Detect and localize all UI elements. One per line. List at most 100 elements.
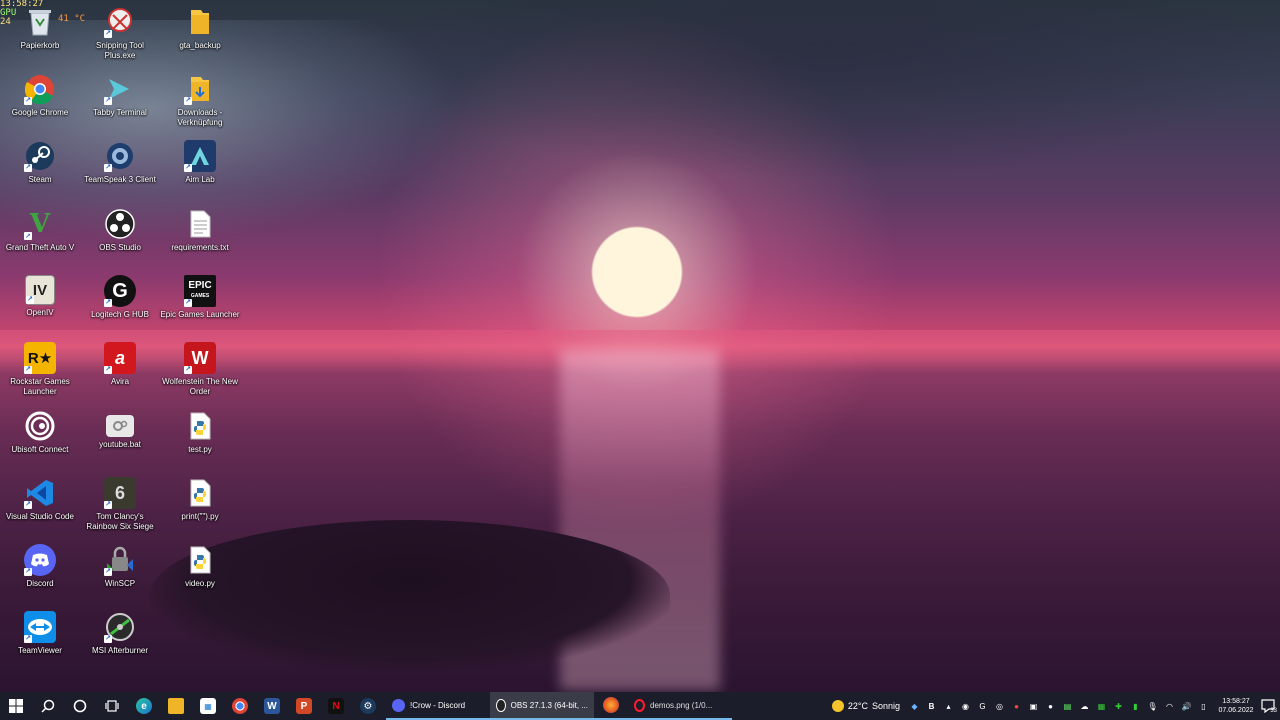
icon-label: TeamViewer — [18, 646, 62, 655]
icon-label: print("").py — [181, 512, 219, 521]
taskbar-app-discord[interactable]: !Crow - Discord — [386, 692, 490, 720]
desktop-icon-test-py[interactable]: test.py — [160, 410, 240, 455]
taskbar-edge[interactable]: e — [128, 692, 160, 720]
wolfenstein-icon: W ↗ — [184, 342, 216, 374]
taskbar-steam[interactable]: ⚙ — [352, 692, 384, 720]
desktop-icon-obs[interactable]: OBS Studio — [80, 208, 160, 253]
aim-lab-icon: ↗ — [184, 140, 216, 172]
tray-icon-14[interactable]: ▮ — [1129, 700, 1142, 713]
folder-icon — [184, 6, 216, 38]
desktop-icon-downloads[interactable]: ↗ Downloads - Verknüpfung — [160, 73, 240, 128]
shortcut-arrow-icon: ↗ — [26, 296, 34, 304]
search-button[interactable] — [32, 692, 64, 720]
shortcut-arrow-icon: ↗ — [24, 501, 32, 509]
taskbar-powerpoint[interactable]: P — [288, 692, 320, 720]
shortcut-arrow-icon: ↗ — [104, 97, 112, 105]
icon-label: Wolfenstein The New Order — [162, 377, 238, 396]
volume-icon[interactable]: 🔊 — [1180, 700, 1193, 713]
tray-icon-7[interactable]: ● — [1010, 700, 1023, 713]
desktop-icon-video-py[interactable]: video.py — [160, 544, 240, 589]
desktop-icon-ubisoft[interactable]: Ubisoft Connect — [0, 410, 80, 455]
avira-icon: a ↗ — [104, 342, 136, 374]
tray-icon-5[interactable]: G — [976, 700, 989, 713]
desktop-icon-msi-afterburner[interactable]: ↗ MSI Afterburner — [80, 611, 160, 656]
tray-icon-1[interactable]: ◆ — [908, 700, 921, 713]
tray-icon-10[interactable]: ▤ — [1061, 700, 1074, 713]
taskbar-chrome[interactable] — [224, 692, 256, 720]
folder-shortcut-icon: ↗ — [184, 73, 216, 105]
desktop: 13:58:27 GPU 24 41 °C Papierkorb ↗ Googl… — [0, 0, 1280, 692]
desktop-icon-avira[interactable]: a ↗ Avira — [80, 342, 160, 387]
start-button[interactable] — [0, 692, 32, 720]
taskbar-app-label: !Crow - Discord — [410, 700, 466, 710]
tray-icon-18[interactable]: ▯ — [1197, 700, 1210, 713]
desktop-icon-youtube-bat[interactable]: youtube.bat — [80, 410, 160, 450]
desktop-icon-gta-v[interactable]: V ↗ Grand Theft Auto V — [0, 208, 80, 253]
tray-icon-8[interactable]: ▣ — [1027, 700, 1040, 713]
wifi-icon[interactable]: ◠ — [1163, 700, 1176, 713]
microphone-icon[interactable]: 🎙 — [1146, 700, 1159, 713]
tray-icon-6[interactable]: ◎ — [993, 700, 1006, 713]
taskbar-app-label: OBS 27.1.3 (64-bit, ... — [510, 700, 588, 710]
taskbar-file-explorer[interactable] — [160, 692, 192, 720]
desktop-icon-logitech-ghub[interactable]: G ↗ Logitech G HUB — [80, 275, 160, 320]
shortcut-arrow-icon: ↗ — [104, 164, 112, 172]
tabby-terminal-icon: ↗ — [104, 73, 136, 105]
taskbar-app-firefox[interactable] — [594, 692, 628, 720]
tray-icon-3[interactable]: ▴ — [942, 700, 955, 713]
desktop-icon-requirements-txt[interactable]: requirements.txt — [160, 208, 240, 253]
desktop-icon-snipping-tool[interactable]: ↗ Snipping Tool Plus.exe — [80, 6, 160, 61]
desktop-icon-vscode[interactable]: ↗ Visual Studio Code — [0, 477, 80, 522]
clock[interactable]: 13:58:27 07.06.2022 — [1218, 697, 1254, 715]
taskbar-netflix[interactable]: N — [320, 692, 352, 720]
task-view-icon — [105, 700, 119, 712]
tray-icon-12[interactable]: ▦ — [1095, 700, 1108, 713]
ubisoft-icon — [24, 410, 56, 442]
desktop-icon-winscp[interactable]: ↗ WinSCP — [80, 544, 160, 589]
icon-label: Visual Studio Code — [6, 512, 74, 521]
desktop-icon-rainbow-six[interactable]: 6 ↗ Tom Clancy's Rainbow Six Siege — [80, 477, 160, 532]
desktop-icon-recycle-bin[interactable]: Papierkorb — [0, 6, 80, 51]
edge-icon: e — [136, 698, 152, 714]
icon-label: Epic Games Launcher — [160, 310, 240, 319]
desktop-icon-openiv[interactable]: IV ↗ OpenIV — [0, 275, 80, 318]
desktop-icon-gta-backup[interactable]: gta_backup — [160, 6, 240, 51]
vscode-icon: ↗ — [24, 477, 56, 509]
icon-label: OpenIV — [26, 308, 54, 317]
cortana-button[interactable] — [64, 692, 96, 720]
icon-label: OBS Studio — [99, 243, 141, 252]
rockstar-icon: R★ ↗ — [24, 342, 56, 374]
tray-icon-13[interactable]: ✚ — [1112, 700, 1125, 713]
task-view-button[interactable] — [96, 692, 128, 720]
taskbar-app-opera[interactable]: demos.png (1/0... — [628, 692, 732, 720]
weather-condition[interactable]: Sonnig — [872, 701, 900, 711]
openiv-icon: IV ↗ — [25, 275, 55, 305]
desktop-icon-wolfenstein[interactable]: W ↗ Wolfenstein The New Order — [160, 342, 240, 397]
microsoft-store-icon: ▦ — [200, 698, 216, 714]
desktop-icon-chrome[interactable]: ↗ Google Chrome — [0, 73, 80, 118]
desktop-icon-aim-lab[interactable]: ↗ Aim Lab — [160, 140, 240, 185]
desktop-icon-steam[interactable]: ↗ Steam — [0, 140, 80, 185]
taskbar-word[interactable]: W — [256, 692, 288, 720]
taskbar-app-obs[interactable]: OBS 27.1.3 (64-bit, ... — [490, 692, 594, 720]
notification-center-button[interactable]: 33 — [1258, 696, 1278, 716]
taskbar-microsoft-store[interactable]: ▦ — [192, 692, 224, 720]
desktop-icon-discord[interactable]: ↗ Discord — [0, 544, 80, 589]
gta-v-icon: V ↗ — [24, 209, 51, 240]
shortcut-arrow-icon: ↗ — [184, 299, 192, 307]
shortcut-arrow-icon: ↗ — [184, 97, 192, 105]
desktop-icon-epic-games[interactable]: EPIC GAMES ↗ Epic Games Launcher — [160, 275, 240, 320]
desktop-icon-teamspeak[interactable]: ↗ TeamSpeak 3 Client — [80, 140, 160, 185]
taskbar: e ▦ W P N ⚙ !Crow - Discord OBS 27.1.3 (… — [0, 692, 1280, 720]
desktop-icon-print-py[interactable]: print("").py — [160, 477, 240, 522]
shortcut-arrow-icon: ↗ — [24, 231, 32, 240]
desktop-icon-teamviewer[interactable]: ↗ TeamViewer — [0, 611, 80, 656]
tray-icon-2[interactable]: B — [925, 700, 938, 713]
desktop-icon-tabby-terminal[interactable]: ↗ Tabby Terminal — [80, 73, 160, 118]
chrome-icon: ↗ — [24, 73, 56, 105]
tray-icon-9[interactable]: ● — [1044, 700, 1057, 713]
desktop-icon-rockstar[interactable]: R★ ↗ Rockstar Games Launcher — [0, 342, 80, 397]
tray-discord-icon[interactable]: ◉ — [959, 700, 972, 713]
tray-cloud-icon[interactable]: ☁ — [1078, 700, 1091, 713]
weather-temp[interactable]: 22°C — [848, 701, 868, 711]
